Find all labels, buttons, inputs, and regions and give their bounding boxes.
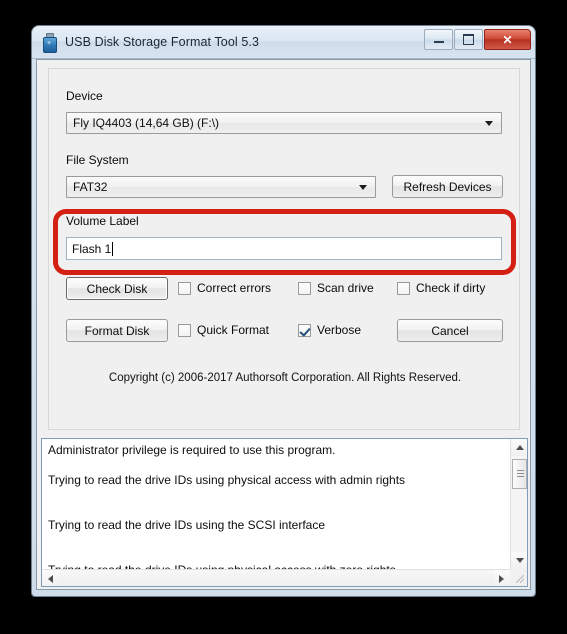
- minimize-button[interactable]: [424, 29, 453, 50]
- application-window: + USB Disk Storage Format Tool 5.3 ✕ Dev…: [32, 26, 535, 596]
- device-label: Device: [66, 89, 103, 103]
- device-combobox[interactable]: Fly IQ4403 (14,64 GB) (F:\): [66, 112, 502, 134]
- log-output-panel[interactable]: Administrator privilege is required to u…: [41, 438, 528, 587]
- vertical-scroll-thumb[interactable]: [512, 459, 527, 489]
- chevron-down-icon: [485, 121, 493, 126]
- checkbox-box: [397, 281, 410, 295]
- file-system-label: File System: [66, 153, 129, 167]
- triangle-down-icon: [515, 558, 524, 563]
- copyright-text: Copyright (c) 2006-2017 Authorsoft Corpo…: [108, 372, 462, 384]
- grip-icon: [517, 470, 524, 477]
- maximize-button[interactable]: [454, 29, 483, 50]
- cancel-button[interactable]: Cancel: [397, 319, 503, 342]
- file-system-combobox-value: FAT32: [73, 180, 108, 194]
- minimize-icon: [433, 41, 444, 43]
- scan-drive-checkbox[interactable]: Scan drive: [298, 281, 374, 295]
- scroll-up-button[interactable]: [511, 439, 527, 456]
- quick-format-label: Quick Format: [197, 323, 270, 337]
- form-panel: Device Fly IQ4403 (14,64 GB) (F:\) File …: [48, 68, 520, 430]
- log-line: Administrator privilege is required to u…: [48, 443, 336, 457]
- chevron-down-icon: [359, 185, 367, 190]
- log-line: Trying to read the drive IDs using physi…: [48, 473, 406, 487]
- volume-label-value: Flash 1: [72, 241, 112, 256]
- triangle-right-icon: [499, 574, 504, 583]
- checkbox-box: [298, 281, 311, 295]
- log-line: Trying to read the drive IDs using the S…: [48, 518, 326, 532]
- scroll-down-button[interactable]: [511, 552, 527, 569]
- maximize-icon: [463, 34, 474, 45]
- close-button[interactable]: ✕: [484, 29, 531, 50]
- device-combobox-value: Fly IQ4403 (14,64 GB) (F:\): [73, 116, 220, 130]
- quick-format-checkbox[interactable]: Quick Format: [178, 323, 269, 337]
- triangle-left-icon: [48, 574, 53, 583]
- check-if-dirty-label: Check if dirty: [416, 281, 486, 295]
- refresh-devices-button[interactable]: Refresh Devices: [392, 175, 503, 198]
- check-disk-button[interactable]: Check Disk: [66, 277, 168, 300]
- volume-label-input[interactable]: Flash 1: [66, 237, 502, 260]
- log-vertical-scrollbar[interactable]: [510, 439, 527, 569]
- log-lines: Administrator privilege is required to u…: [48, 443, 505, 578]
- verbose-label: Verbose: [317, 323, 362, 337]
- resize-grip[interactable]: [510, 569, 527, 586]
- checkbox-box: [298, 323, 311, 337]
- scan-drive-label: Scan drive: [317, 281, 374, 295]
- file-system-combobox[interactable]: FAT32: [66, 176, 376, 198]
- correct-errors-checkbox[interactable]: Correct errors: [178, 281, 271, 295]
- scroll-left-button[interactable]: [42, 570, 59, 586]
- correct-errors-label: Correct errors: [197, 281, 272, 295]
- triangle-up-icon: [515, 445, 524, 450]
- volume-label-label: Volume Label: [66, 214, 139, 228]
- window-title: USB Disk Storage Format Tool 5.3: [65, 35, 260, 49]
- format-disk-button[interactable]: Format Disk: [66, 319, 168, 342]
- scroll-right-button[interactable]: [493, 570, 510, 586]
- verbose-checkbox[interactable]: Verbose: [298, 323, 361, 337]
- check-if-dirty-checkbox[interactable]: Check if dirty: [397, 281, 485, 295]
- text-caret: [112, 241, 114, 256]
- title-bar[interactable]: + USB Disk Storage Format Tool 5.3 ✕: [32, 26, 535, 59]
- checkbox-box: [178, 281, 191, 295]
- checkbox-box: [178, 323, 191, 337]
- screenshot-root: + USB Disk Storage Format Tool 5.3 ✕ Dev…: [0, 0, 567, 634]
- client-area: Device Fly IQ4403 (14,64 GB) (F:\) File …: [36, 59, 531, 590]
- usb-drive-icon: +: [40, 33, 58, 53]
- window-controls: ✕: [423, 29, 531, 50]
- log-horizontal-scrollbar[interactable]: [42, 569, 510, 586]
